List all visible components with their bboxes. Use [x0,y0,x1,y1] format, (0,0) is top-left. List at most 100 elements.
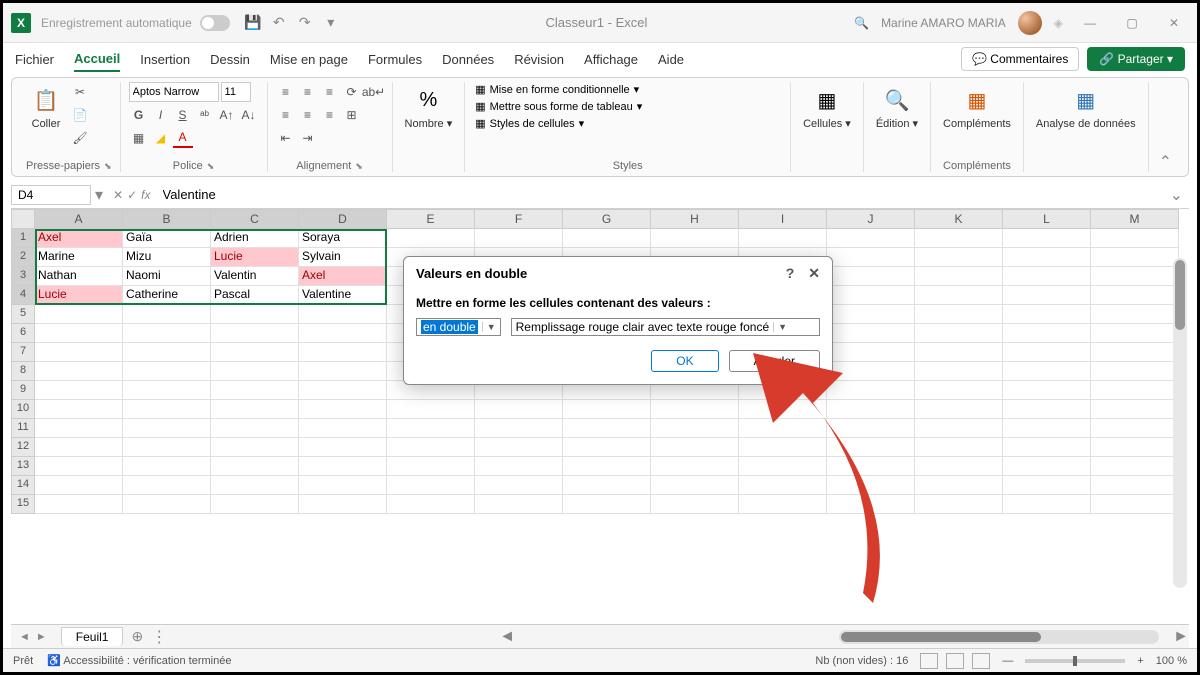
row-header[interactable]: 3 [11,267,35,286]
cell[interactable] [35,495,123,514]
align-middle-icon[interactable]: ≡ [298,82,318,102]
tab-aide[interactable]: Aide [658,48,684,71]
cell[interactable] [915,248,1003,267]
conditional-formatting-button[interactable]: ▦ Mise en forme conditionnelle ▾ [473,82,644,97]
cell[interactable] [1003,267,1091,286]
cell[interactable] [827,495,915,514]
cell[interactable] [1091,343,1179,362]
column-header[interactable]: B [123,209,211,229]
cell[interactable]: Marine [35,248,123,267]
collapse-ribbon-button[interactable]: ⌃ [1149,82,1182,172]
cell[interactable] [827,381,915,400]
cell[interactable] [299,495,387,514]
cell[interactable] [123,343,211,362]
cell[interactable]: Lucie [211,248,299,267]
cell[interactable] [1003,286,1091,305]
align-left-icon[interactable]: ≡ [276,105,296,125]
orientation-icon[interactable]: ⟳ [342,82,362,102]
cell[interactable] [299,381,387,400]
cell[interactable] [299,476,387,495]
cell[interactable] [563,476,651,495]
cell[interactable] [387,457,475,476]
duplicate-type-combo[interactable]: en double ▼ [416,318,501,336]
column-header[interactable]: M [1091,209,1179,229]
increase-indent-icon[interactable]: ⇥ [298,128,318,148]
cell[interactable] [915,305,1003,324]
cells-button[interactable]: ▦Cellules ▾ [799,82,855,132]
align-bottom-icon[interactable]: ≡ [320,82,340,102]
cell[interactable] [1003,343,1091,362]
search-icon[interactable]: 🔍 [854,16,869,30]
cell[interactable]: Axel [35,229,123,248]
cell[interactable] [915,324,1003,343]
cell[interactable] [211,381,299,400]
cell[interactable] [739,495,827,514]
cell[interactable] [827,305,915,324]
cell[interactable] [651,495,739,514]
cell[interactable] [387,438,475,457]
tab-revision[interactable]: Révision [514,48,564,71]
cell[interactable] [827,248,915,267]
cell[interactable] [475,457,563,476]
cell[interactable] [1003,324,1091,343]
font-dialog-launcher[interactable]: ⬊ [207,161,215,171]
cell[interactable] [739,476,827,495]
row-header[interactable]: 15 [11,495,35,514]
cell[interactable]: Nathan [35,267,123,286]
cell[interactable] [123,419,211,438]
copy-icon[interactable]: 📄 [70,105,90,125]
font-size-combo[interactable] [221,82,251,102]
cell[interactable] [299,419,387,438]
column-header[interactable]: E [387,209,475,229]
addins-button[interactable]: ▦Compléments [939,82,1015,132]
cell[interactable] [387,229,475,248]
cell[interactable] [651,476,739,495]
cell[interactable] [123,457,211,476]
minimize-button[interactable]: — [1075,8,1105,38]
cell[interactable] [651,419,739,438]
redo-icon[interactable]: ↷ [297,15,313,31]
cell[interactable] [915,343,1003,362]
cell[interactable] [1003,305,1091,324]
cell[interactable] [651,457,739,476]
save-icon[interactable]: 💾 [245,15,261,31]
cell[interactable] [739,438,827,457]
add-sheet-button[interactable]: ⊕ [131,628,143,645]
sheet-nav-next[interactable]: ► [36,631,47,643]
row-header[interactable]: 14 [11,476,35,495]
tab-accueil[interactable]: Accueil [74,47,120,72]
cancel-formula-icon[interactable]: ✕ [113,188,123,202]
cell[interactable] [1091,381,1179,400]
row-header[interactable]: 9 [11,381,35,400]
cell[interactable] [915,438,1003,457]
horizontal-scrollbar[interactable] [839,630,1159,644]
accessibility-status[interactable]: ♿ Accessibilité : vérification terminée [47,654,231,667]
cell[interactable]: Pascal [211,286,299,305]
cell[interactable] [211,495,299,514]
cell[interactable]: Sylvain [299,248,387,267]
cell[interactable] [35,419,123,438]
cell[interactable]: Catherine [123,286,211,305]
zoom-level[interactable]: 100 % [1156,655,1187,667]
cell[interactable] [563,495,651,514]
user-avatar[interactable] [1018,11,1042,35]
cell[interactable] [35,400,123,419]
cell[interactable] [915,286,1003,305]
cell[interactable] [915,362,1003,381]
column-header[interactable]: L [1003,209,1091,229]
align-center-icon[interactable]: ≡ [298,105,318,125]
cell[interactable]: Soraya [299,229,387,248]
tab-fichier[interactable]: Fichier [15,48,54,71]
cell[interactable] [1091,267,1179,286]
cell[interactable] [475,476,563,495]
cell[interactable] [1091,476,1179,495]
select-all-corner[interactable] [11,209,35,229]
paste-button[interactable]: 📋 Coller [26,82,66,132]
column-header[interactable]: I [739,209,827,229]
cell[interactable] [915,229,1003,248]
row-header[interactable]: 7 [11,343,35,362]
cell[interactable] [827,476,915,495]
autosave-toggle[interactable] [200,15,230,31]
cell[interactable] [123,362,211,381]
fx-icon[interactable]: fx [141,188,150,202]
